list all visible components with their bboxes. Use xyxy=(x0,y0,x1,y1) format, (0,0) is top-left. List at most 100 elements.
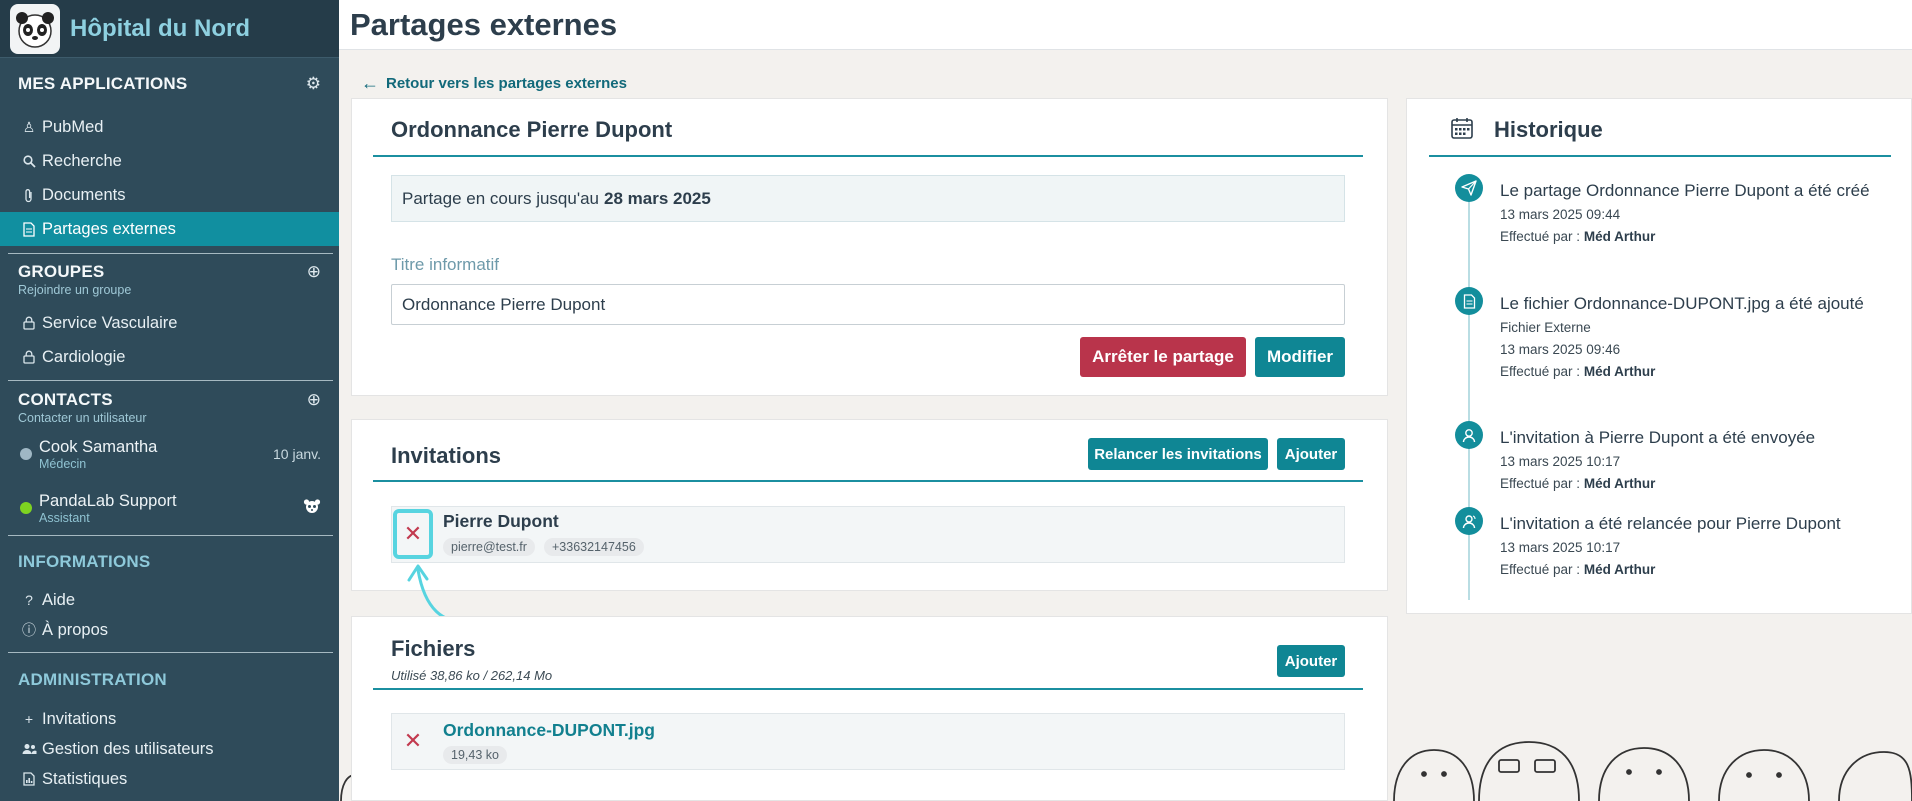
title-field-label: Titre informatif xyxy=(391,255,500,274)
history-author: Effectué par : Méd Arthur xyxy=(1500,473,1890,495)
sidebar-item-service-vasculaire[interactable]: Service Vasculaire xyxy=(0,306,339,340)
history-author-name: Méd Arthur xyxy=(1583,364,1656,379)
divider xyxy=(8,652,333,653)
share-status-prefix: Partage en cours jusqu'au xyxy=(402,188,599,208)
divider xyxy=(8,535,333,536)
history-extra: Fichier Externe xyxy=(1500,320,1591,335)
add-contact-icon[interactable]: ⊕ xyxy=(307,390,321,410)
share-status-date: 28 mars 2025 xyxy=(604,188,711,208)
top-bar: Partages externes xyxy=(339,0,1912,50)
contact-role: Assistant xyxy=(39,510,90,525)
brand-name: Hôpital du Nord xyxy=(70,14,250,42)
groups-subtitle[interactable]: Rejoindre un groupe xyxy=(0,283,339,297)
contact-date: 10 janv. xyxy=(273,446,321,462)
delete-invitation-close-icon[interactable]: ✕ xyxy=(393,509,433,559)
history-text: L'invitation à Pierre Dupont a été envoy… xyxy=(1500,428,1816,447)
history-author: Effectué par : Méd Arthur xyxy=(1500,559,1890,581)
divider xyxy=(8,380,333,381)
panda-avatar-icon xyxy=(303,498,321,519)
invitations-title: Invitations xyxy=(391,443,502,468)
edit-share-button[interactable]: Modifier xyxy=(1255,337,1345,377)
share-status-box: Partage en cours jusqu'au 28 mars 2025 xyxy=(391,175,1345,222)
delete-file-close-icon[interactable]: ✕ xyxy=(393,716,433,766)
page-title: Partages externes xyxy=(350,7,618,42)
apps-list: ♙ PubMed Recherche Documents Partages ex… xyxy=(0,110,339,246)
history-author: Effectué par : Méd Arthur xyxy=(1500,361,1890,383)
sidebar-item-label: Partages externes xyxy=(42,219,176,238)
sidebar-item-gestion-utilisateurs[interactable]: Gestion des utilisateurs xyxy=(0,734,339,764)
brand-header[interactable]: Hôpital du Nord xyxy=(0,0,339,58)
sidebar-item-label: À propos xyxy=(42,620,109,639)
history-by-label: Effectué par : xyxy=(1500,364,1581,379)
add-invitation-button[interactable]: Ajouter xyxy=(1277,438,1345,470)
contact-name: Cook Samantha xyxy=(39,437,158,456)
sidebar-item-invitations[interactable]: + Invitations xyxy=(0,704,339,734)
history-text: Le partage Ordonnance Pierre Dupont a ét… xyxy=(1500,181,1870,200)
arrow-left-icon: ← xyxy=(361,73,379,93)
invitee-phone: +33632147456 xyxy=(544,538,644,556)
sidebar-item-label: Aide xyxy=(42,590,76,609)
sidebar-item-label: Recherche xyxy=(42,151,122,170)
divider xyxy=(8,253,333,254)
admin-title: ADMINISTRATION xyxy=(18,670,167,689)
sidebar-item-recherche[interactable]: Recherche xyxy=(0,144,339,178)
share-title: Ordonnance Pierre Dupont xyxy=(391,117,673,142)
sidebar: Hôpital du Nord MES APPLICATIONS ⚙ ♙ Pub… xyxy=(0,0,339,801)
add-group-icon[interactable]: ⊕ xyxy=(307,262,321,282)
card-rule xyxy=(1429,155,1891,157)
question-icon: ? xyxy=(25,592,33,608)
card-rule xyxy=(373,155,1363,157)
file-name-link[interactable]: Ordonnance-DUPONT.jpg xyxy=(443,720,655,741)
back-link[interactable]: ← Retour vers les partages externes xyxy=(361,73,627,94)
contact-name: PandaLab Support xyxy=(39,491,177,510)
card-rule xyxy=(373,688,1363,690)
history-author: Effectué par : Méd Arthur xyxy=(1500,226,1890,248)
sidebar-item-label: Statistiques xyxy=(42,769,128,788)
sidebar-item-pubmed[interactable]: ♙ PubMed xyxy=(0,110,339,144)
sidebar-item-statistiques[interactable]: Statistiques xyxy=(0,764,339,794)
timeline-line xyxy=(1468,186,1470,600)
sidebar-item-label: Documents xyxy=(42,185,126,204)
stop-share-button[interactable]: Arrêter le partage xyxy=(1080,337,1246,377)
sidebar-item-label: PubMed xyxy=(42,117,104,136)
history-text: L'invitation a été relancée pour Pierre … xyxy=(1500,514,1841,533)
history-by-label: Effectué par : xyxy=(1500,476,1581,491)
files-usage: Utilisé 38,86 ko / 262,14 Mo xyxy=(391,668,553,683)
history-author-name: Méd Arthur xyxy=(1583,476,1656,491)
info-section: INFORMATIONS xyxy=(0,552,339,572)
sidebar-item-cardiologie[interactable]: Cardiologie xyxy=(0,340,339,374)
history-title: Historique xyxy=(1494,117,1603,142)
chart-icon xyxy=(20,772,38,786)
groups-section: GROUPES ⊕ Rejoindre un groupe xyxy=(0,262,339,297)
lock-icon xyxy=(20,350,38,364)
sidebar-item-partages-externes[interactable]: Partages externes xyxy=(0,212,339,246)
document-icon xyxy=(20,221,38,237)
history-by-label: Effectué par : xyxy=(1500,229,1581,244)
sidebar-item-a-propos[interactable]: ⓘ À propos xyxy=(0,615,339,645)
title-field[interactable] xyxy=(391,284,1345,325)
sidebar-item-aide[interactable]: ? Aide xyxy=(0,585,339,615)
add-file-button[interactable]: Ajouter xyxy=(1277,645,1345,677)
back-link-label: Retour vers les partages externes xyxy=(386,75,627,92)
search-icon xyxy=(20,154,38,168)
gear-icon[interactable]: ⚙ xyxy=(306,74,321,94)
contact-item[interactable]: Cook Samantha Médecin 10 janv. xyxy=(0,427,339,481)
user-refresh-icon xyxy=(1455,507,1483,535)
files-card xyxy=(351,616,1388,801)
contacts-title: CONTACTS xyxy=(18,390,113,409)
contacts-list: Cook Samantha Médecin 10 janv. PandaLab … xyxy=(0,427,339,535)
card-rule xyxy=(373,480,1363,482)
file-size: 19,43 ko xyxy=(443,746,507,764)
admin-section: ADMINISTRATION xyxy=(0,670,339,690)
sidebar-item-documents[interactable]: Documents xyxy=(0,178,339,212)
invitee-email: pierre@test.fr xyxy=(443,538,535,556)
history-text: Le fichier Ordonnance-DUPONT.jpg a été a… xyxy=(1500,294,1864,313)
panda-logo-icon xyxy=(10,3,60,54)
sidebar-item-label: Gestion des utilisateurs xyxy=(42,739,214,758)
contacts-subtitle[interactable]: Contacter un utilisateur xyxy=(0,411,339,425)
resend-invitations-button[interactable]: Relancer les invitations xyxy=(1088,438,1268,470)
contact-item[interactable]: PandaLab Support Assistant xyxy=(0,481,339,535)
sidebar-item-label: Invitations xyxy=(42,709,117,728)
history-author-name: Méd Arthur xyxy=(1583,562,1656,577)
info-icon: ⓘ xyxy=(22,622,36,638)
